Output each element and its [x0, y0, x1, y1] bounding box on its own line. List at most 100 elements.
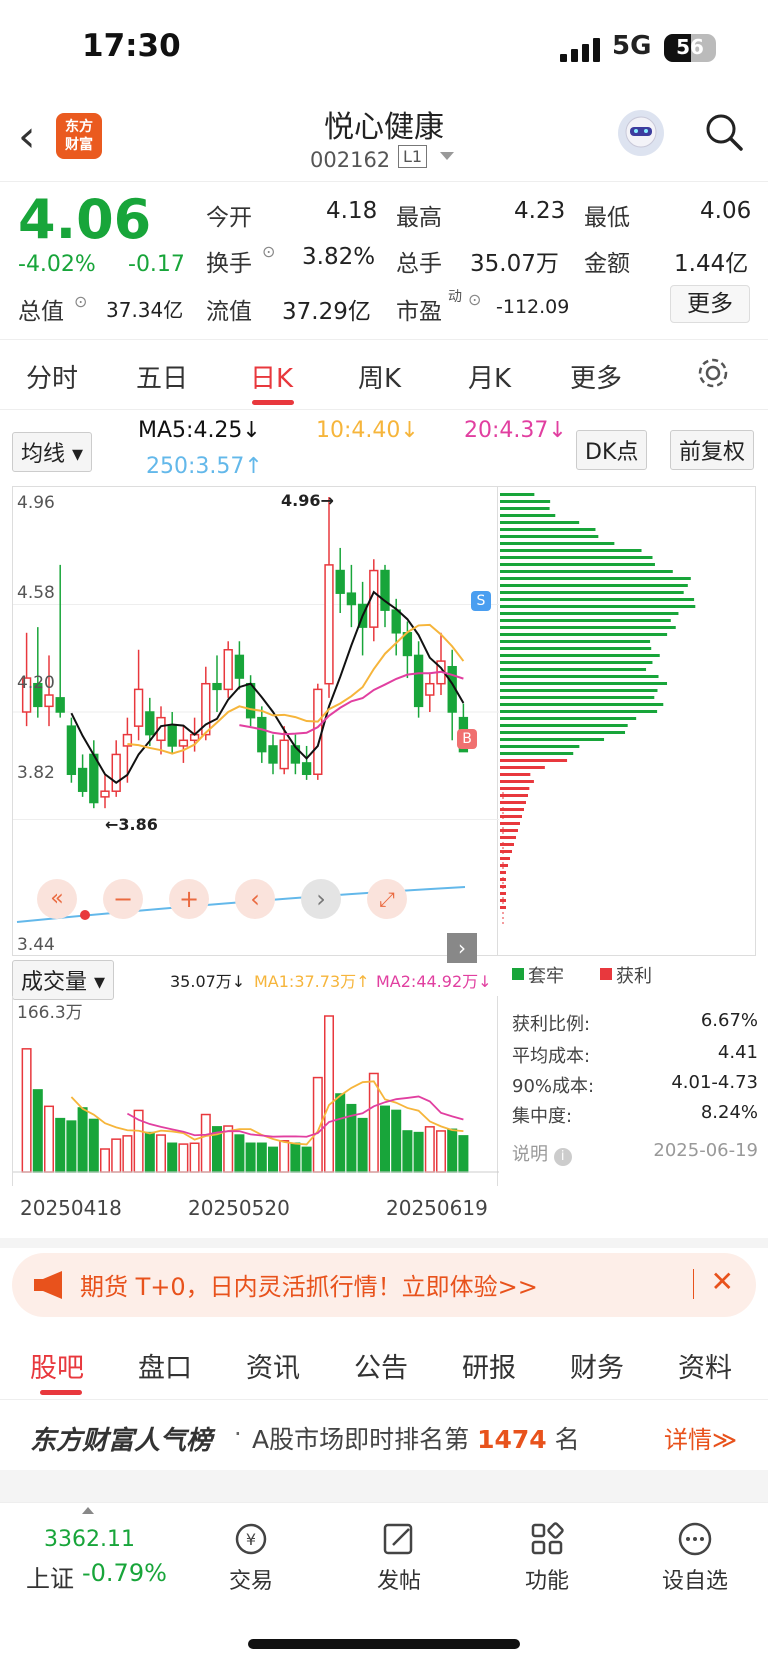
tab-5day[interactable]: 五日	[136, 358, 188, 395]
top-nav: ‹ 东方 财富 悦心健康 002162 L1	[0, 100, 768, 182]
tab-announcements[interactable]: 公告	[354, 1346, 408, 1385]
index-name[interactable]: 上证	[26, 1559, 74, 1594]
rank-detail-link[interactable]: 详情≫	[664, 1420, 737, 1455]
profit-ratio-row: 获利比例: 6.67%	[512, 1010, 758, 1035]
chevron-up-icon[interactable]	[82, 1507, 94, 1514]
dk-point-button[interactable]: DK点	[576, 430, 648, 470]
trade-button[interactable]: ¥ 交易	[196, 1521, 306, 1595]
tab-forum[interactable]: 股吧	[30, 1346, 84, 1385]
sell-marker[interactable]: S	[471, 591, 491, 611]
marker-dot	[80, 910, 90, 920]
tab-news[interactable]: 资讯	[246, 1346, 300, 1385]
close-icon[interactable]: ✕	[711, 1265, 734, 1298]
tab-daily-k[interactable]: 日K	[250, 358, 293, 395]
futures-banner[interactable]: 期货 T+0，日内灵活抓行情！立即体验>> ✕	[12, 1253, 756, 1317]
volume-bar	[55, 1117, 66, 1173]
tab-monthly-k[interactable]: 月K	[468, 358, 511, 395]
chip-bar	[500, 766, 545, 769]
low-value: 4.06	[700, 198, 752, 224]
high-label: 最高	[396, 205, 442, 231]
more-button[interactable]: 更多	[670, 285, 750, 323]
buy-marker[interactable]: B	[457, 729, 477, 749]
candlestick-chart[interactable]: 4.96 4.58 4.20 3.82 3.44 4.96→ ←3.86 S B…	[12, 486, 499, 963]
chip-bar	[500, 493, 535, 496]
low-annotation: ←3.86	[105, 815, 158, 834]
level-badge[interactable]: L1	[398, 145, 428, 168]
gear-icon[interactable]	[696, 356, 730, 390]
tab-weekly-k[interactable]: 周K	[358, 358, 401, 395]
explain-row[interactable]: 说明 i 2025-06-19	[512, 1140, 758, 1166]
volume-bar	[144, 1131, 155, 1173]
volume-select[interactable]: 成交量 ▾	[12, 960, 115, 1000]
volume-bar	[77, 1107, 88, 1173]
volume-chart[interactable]: 166.3万	[12, 996, 499, 1186]
chevron-down-icon[interactable]	[440, 152, 454, 160]
price-tick: 3.82	[17, 763, 55, 783]
volume-bar	[290, 1142, 301, 1173]
add-watchlist-button[interactable]: 设自选	[640, 1521, 750, 1595]
adjust-button[interactable]: 前复权	[670, 430, 755, 470]
volume-bar	[155, 1134, 167, 1173]
function-button[interactable]: 功能	[492, 1521, 602, 1595]
assistant-robot-icon[interactable]	[618, 110, 664, 156]
info-icon[interactable]: ⊙	[262, 242, 275, 261]
volume-max-tick: 166.3万	[17, 1003, 83, 1023]
profit-legend: 获利	[616, 966, 652, 987]
volume-value: 35.07万	[470, 251, 559, 277]
rewind-icon[interactable]: «	[37, 879, 77, 919]
candle-body	[335, 569, 345, 594]
chip-bar	[500, 633, 668, 636]
more-dots-icon	[678, 1522, 712, 1556]
collapse-panel-icon[interactable]: ›	[447, 933, 477, 963]
low-label: 最低	[584, 205, 630, 231]
chip-bar	[500, 752, 574, 755]
candle-body	[55, 697, 65, 713]
date-tick: 20250418	[20, 1196, 122, 1220]
volume-bar	[122, 1135, 133, 1173]
volume-bar	[245, 1142, 256, 1173]
volume-ma2: MA2:44.92万↓	[376, 972, 492, 991]
info-icon: i	[553, 1148, 572, 1166]
info-icon[interactable]: ⊙	[468, 290, 481, 309]
volume-bar	[99, 1148, 111, 1173]
zoom-out-icon[interactable]: −	[103, 879, 143, 919]
volume-bar	[357, 1117, 368, 1173]
chip-bar	[500, 612, 679, 615]
post-button[interactable]: 发帖	[344, 1521, 454, 1595]
chip-bar	[500, 787, 530, 790]
scroll-right-icon[interactable]: ›	[301, 879, 341, 919]
index-value[interactable]: 3362.11	[44, 1527, 135, 1552]
tab-intraday[interactable]: 分时	[26, 358, 78, 395]
tab-orderbook[interactable]: 盘口	[138, 1346, 192, 1385]
ma10-value: 10:4.40↓	[316, 418, 419, 443]
info-icon[interactable]: ⊙	[74, 292, 87, 311]
popularity-rank[interactable]: 东方财富人气榜 · A股市场即时排名第 1474 名 详情≫	[0, 1402, 768, 1470]
zoom-in-icon[interactable]: +	[169, 879, 209, 919]
chip-bar	[500, 584, 688, 587]
tab-profile[interactable]: 资料	[678, 1346, 732, 1385]
ma-select[interactable]: 均线 ▾	[12, 432, 93, 472]
candle-body	[391, 609, 401, 634]
tab-finance[interactable]: 财务	[570, 1346, 624, 1385]
chip-bar	[500, 864, 508, 867]
market-cap-label: 总值	[18, 299, 64, 325]
edit-icon	[383, 1523, 413, 1555]
change-value: -0.17	[128, 252, 185, 277]
candle-body	[257, 716, 267, 753]
chip-info-panel: 套牢 获利 获利比例: 6.67% 平均成本: 4.41 90%成本: 4.01-4.…	[510, 960, 760, 1190]
volume-bar	[379, 1105, 391, 1173]
scroll-left-icon[interactable]: ‹	[235, 879, 275, 919]
stock-code: 002162	[310, 148, 391, 172]
expand-icon[interactable]: ⤢	[367, 879, 407, 919]
tab-underline	[252, 400, 294, 405]
index-percent[interactable]: -0.79%	[82, 1559, 167, 1587]
chip-bar	[500, 605, 696, 608]
price-tick: 4.20	[17, 673, 55, 693]
search-icon[interactable]	[704, 112, 744, 152]
chip-bar	[500, 549, 642, 552]
tab-research[interactable]: 研报	[462, 1346, 516, 1385]
chip-bar	[500, 675, 659, 678]
volume-bar	[267, 1146, 279, 1173]
candle-body	[313, 688, 323, 775]
tab-more[interactable]: 更多	[570, 358, 622, 395]
